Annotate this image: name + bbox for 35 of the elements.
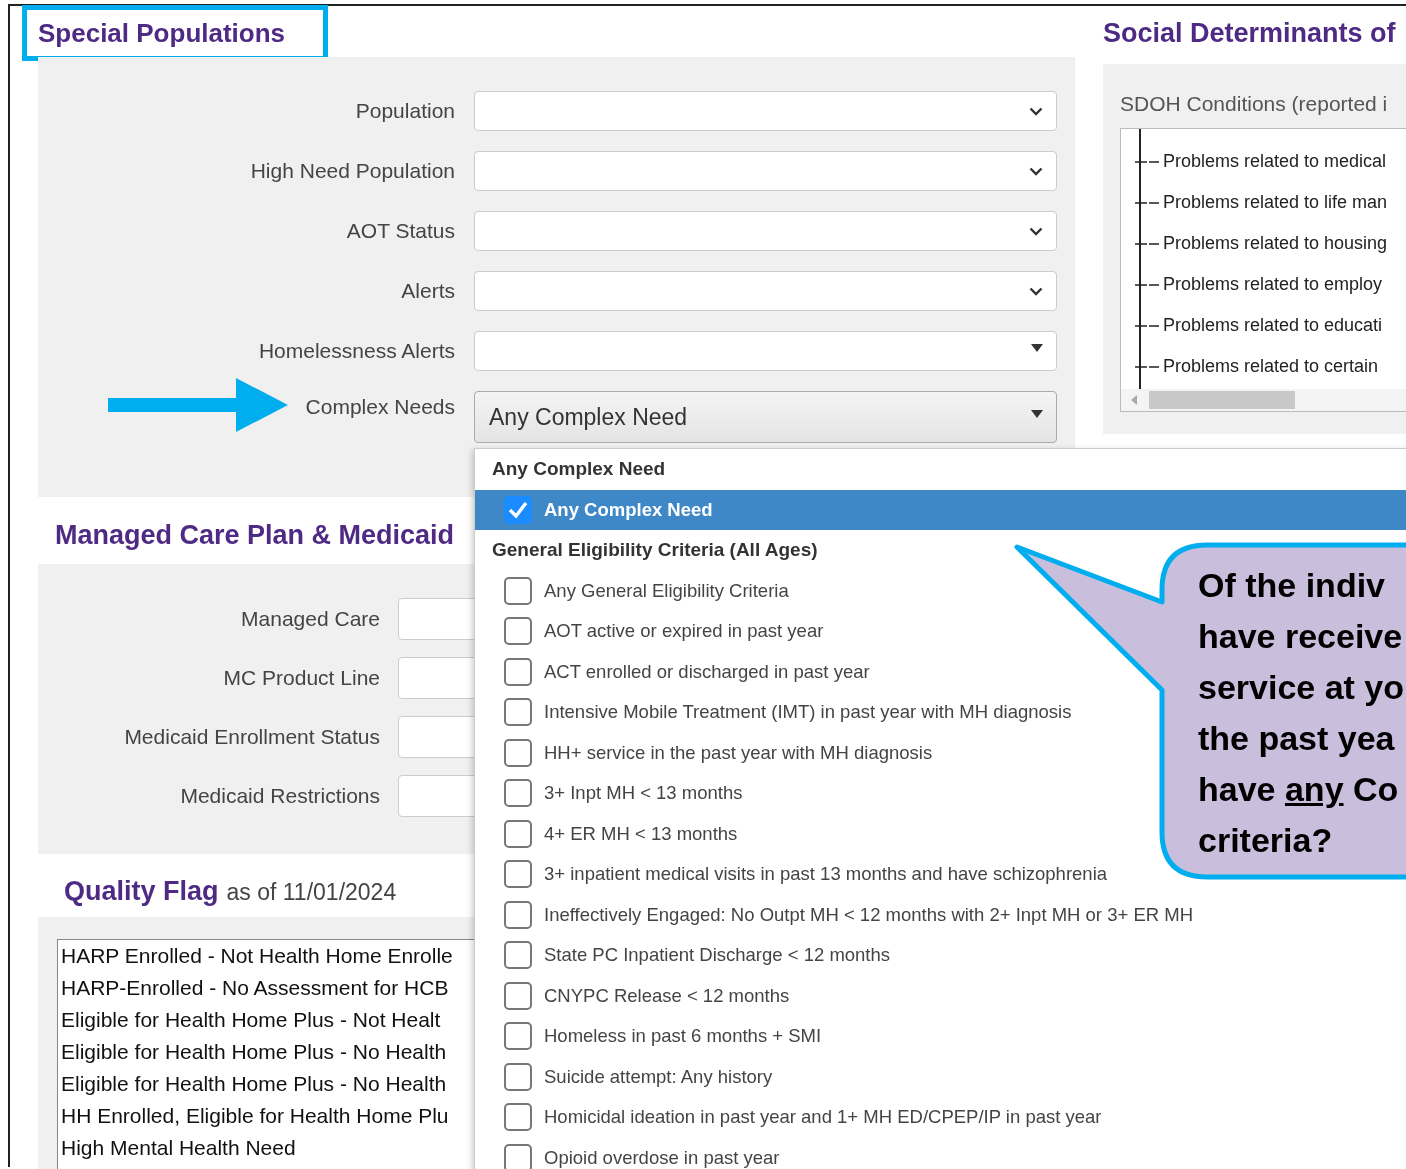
option-label: Suicide attempt: Any history xyxy=(544,1065,773,1088)
field-label: MC Product Line xyxy=(223,666,380,690)
as-of-date: as of 11/01/2024 xyxy=(226,879,397,906)
group-header: General Eligibility Criteria (All Ages) xyxy=(491,538,819,563)
option-label: 3+ Inpt MH < 13 months xyxy=(544,782,743,805)
field-label: Homelessness Alerts xyxy=(258,339,455,363)
option-label: 3+ inpatient medical visits in past 13 months and have schizophrenia xyxy=(544,863,1108,886)
section-title: Special Populations xyxy=(38,17,286,49)
section-title: Managed Care Plan & Medicaid xyxy=(55,520,455,551)
option-label: Any Complex Need xyxy=(544,498,713,521)
section-title: Quality Flag xyxy=(64,876,219,907)
option-label: 4+ ER MH < 13 months xyxy=(544,822,738,845)
option-label: Homicidal ideation in past year and 1+ MH ED/CPEP/IP in past year xyxy=(544,1106,1102,1129)
option-label: State PC Inpatient Discharge < 12 months xyxy=(544,944,891,967)
field-label: Medicaid Restrictions xyxy=(180,784,380,808)
field-label: AOT Status xyxy=(346,219,455,243)
option-label: Homeless in past 6 months + SMI xyxy=(544,1025,822,1048)
option-label: CNYPC Release < 12 months xyxy=(544,984,790,1007)
field-label: High Need Population xyxy=(250,159,455,183)
field-label: Managed Care xyxy=(241,607,380,631)
field-label: Alerts xyxy=(401,279,455,303)
field-label: Complex Needs xyxy=(305,395,455,420)
section-title: Social Determinants of xyxy=(1103,18,1397,49)
option-label: Intensive Mobile Treatment (IMT) in past year with MH diagnosis xyxy=(544,701,1072,724)
callout-text: Of the indiv have receive service at yo the past yea have any Co criteria? xyxy=(1198,565,1405,861)
field-label: Population xyxy=(355,99,455,123)
group-header: Any Complex Need xyxy=(491,457,667,482)
option-label: AOT active or expired in past year xyxy=(544,620,824,643)
option-label: Any General Eligibility Criteria xyxy=(544,579,789,602)
field-label: SDOH Conditions (reported i xyxy=(1120,92,1389,116)
option-label: Ineffectively Engaged: No Outpt MH < 12 months with 2+ Inpt MH or 3+ ER MH xyxy=(544,903,1193,926)
option-label: ACT enrolled or discharged in past year xyxy=(544,660,870,683)
option-label: HH+ service in the past year with MH diagnosis xyxy=(544,741,933,764)
field-label: Medicaid Enrollment Status xyxy=(124,725,380,749)
option-label: Opioid overdose in past year xyxy=(544,1146,780,1169)
